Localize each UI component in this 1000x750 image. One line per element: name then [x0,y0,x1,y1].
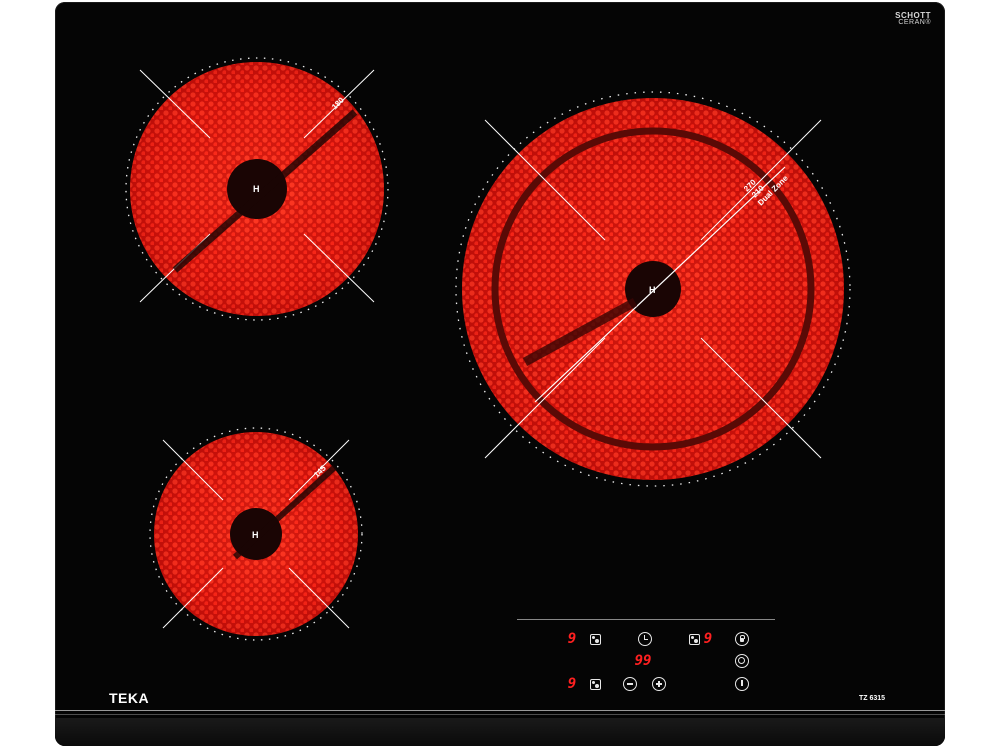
glass-brand-line1: SCHOTT [895,11,931,20]
zone-select-icon [589,678,601,690]
glass-brand: SCHOTT CERAN® [895,11,931,27]
zone-select-bottom-left-button[interactable] [588,677,602,691]
timer-display: 99 [634,653,652,669]
power-button[interactable] [734,676,750,692]
zone-top-left-heat-indicator: H [253,184,260,194]
timer-button[interactable] [637,631,653,647]
plus-icon [652,677,666,691]
cooktop-glass: H 180 H 270 210 Dual Zone H 145 SCHOTT C… [55,2,945,746]
dual-zone-button[interactable] [687,632,701,646]
dual-ring-button[interactable] [734,653,750,669]
model-number: TZ 6315 [859,695,886,702]
cooking-zones: H 180 H 270 210 Dual Zone H 145 [125,57,851,641]
zone-bottom-left-heat-indicator: H [252,530,259,540]
clock-icon [638,632,652,646]
plus-button[interactable] [651,676,667,692]
dual-ring-icon [735,654,749,668]
zone-right-power-display: 9 [703,631,713,647]
lock-icon [735,632,749,646]
lock-button[interactable] [734,631,750,647]
front-bevel [55,718,945,746]
control-panel-divider [517,619,775,620]
power-icon [735,677,749,691]
minus-button[interactable] [622,676,638,692]
zone-select-top-left-button[interactable] [588,632,602,646]
zone-top-left-power-display: 9 [567,631,577,647]
zone-bottom-left-power-display: 9 [567,676,577,692]
minus-icon [623,677,637,691]
dual-zone-icon [688,633,700,645]
zone-right-heat-indicator: H [649,285,656,295]
front-edge-highlight-lower [55,714,945,715]
front-edge-highlight [55,710,945,711]
zone-select-icon [589,633,601,645]
glass-brand-line2: CERAN® [898,19,931,26]
brand-logo: TEKA [109,690,150,706]
